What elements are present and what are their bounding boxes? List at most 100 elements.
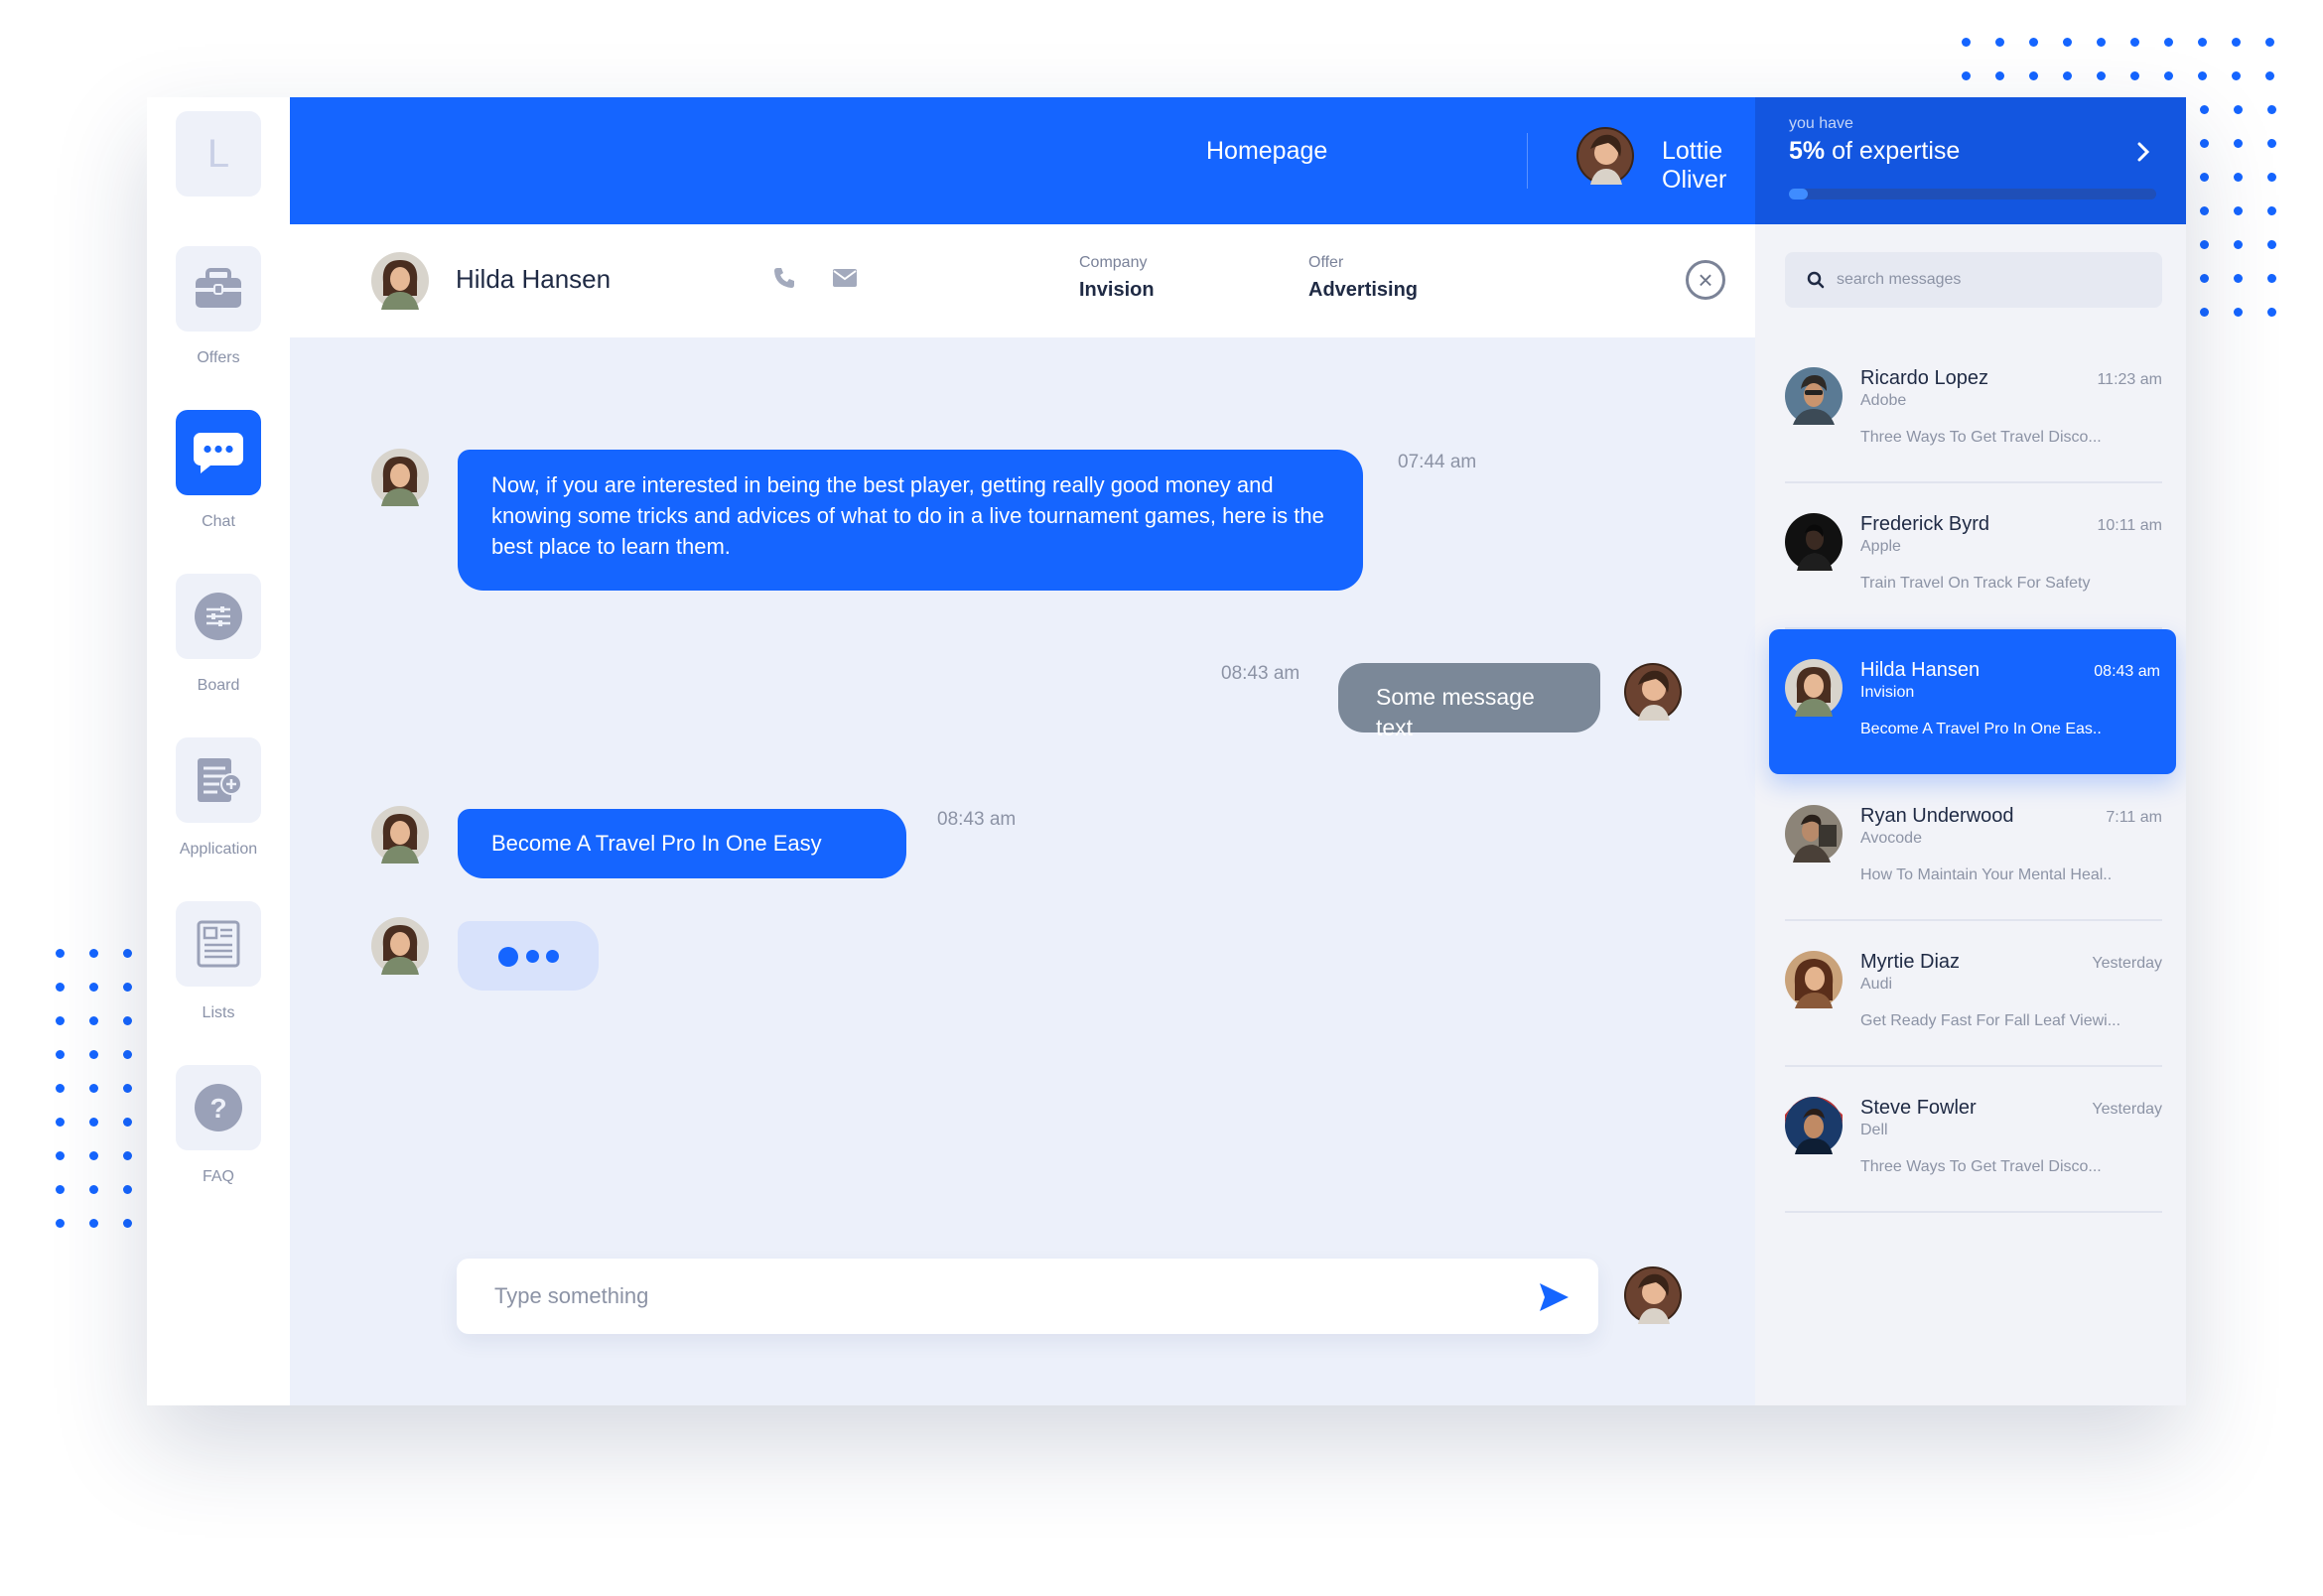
contact-avatar xyxy=(1785,367,1843,425)
close-icon: × xyxy=(1698,264,1713,295)
contact-avatar xyxy=(371,449,429,506)
conversation-name: Ricardo Lopez xyxy=(1860,367,1988,389)
close-chat-button[interactable]: × xyxy=(1686,260,1725,300)
expertise-value: 5% xyxy=(1789,137,1826,165)
contact-name: Hilda Hansen xyxy=(456,264,612,294)
chat-bubble-icon xyxy=(194,433,243,473)
app-logo[interactable]: L xyxy=(176,111,261,197)
offer-label: Offer xyxy=(1308,254,1344,271)
sidebar-item-label: Lists xyxy=(202,1004,235,1021)
sidebar-item-label: Chat xyxy=(202,513,235,530)
expertise-progress-bar xyxy=(1789,189,2156,200)
typing-dot xyxy=(498,947,518,967)
expertise-progress-fill xyxy=(1789,189,1808,200)
chat-header: Hilda Hansen Company Invision Offer Adve… xyxy=(290,224,1755,337)
conversation-snippet: Three Ways To Get Travel Disco... xyxy=(1860,1158,2102,1175)
app-window: L Offers Chat Board Application Lists ? … xyxy=(147,97,2186,1405)
conversation-company: Invision xyxy=(1860,684,1915,701)
conversation-company: Apple xyxy=(1860,538,1901,555)
sidebar: L Offers Chat Board Application Lists ? … xyxy=(147,97,290,1405)
contact-avatar xyxy=(1785,659,1843,717)
contact-avatar[interactable] xyxy=(371,252,429,310)
contact-avatar xyxy=(1785,805,1843,863)
conversation-time: Yesterday xyxy=(2092,1101,2162,1118)
conversation-snippet: Three Ways To Get Travel Disco... xyxy=(1860,429,2102,446)
top-bar: Homepage Lottie Oliver xyxy=(290,97,1858,224)
sidebar-item-board-tile[interactable] xyxy=(176,574,261,659)
contact-avatar xyxy=(371,917,429,975)
conversation-snippet: How To Maintain Your Mental Heal.. xyxy=(1860,866,2113,883)
conversation-item[interactable]: Ryan Underwood Avocode How To Maintain Y… xyxy=(1785,775,2162,921)
conversation-snippet: Become A Travel Pro In One Eas.. xyxy=(1860,721,2102,737)
expertise-suffix: of expertise xyxy=(1832,137,1961,165)
decorative-dot-grid-top xyxy=(1962,38,2274,80)
sidebar-item-label: FAQ xyxy=(202,1168,234,1185)
conversation-item[interactable]: Steve Fowler Dell Three Ways To Get Trav… xyxy=(1785,1067,2162,1213)
sidebar-item-application-tile[interactable] xyxy=(176,737,261,823)
contact-avatar xyxy=(1785,1097,1843,1154)
topbar-divider xyxy=(1527,133,1528,189)
sidebar-item-lists[interactable]: Lists xyxy=(147,901,290,1022)
message-input[interactable] xyxy=(494,1259,1487,1334)
contact-avatar xyxy=(371,806,429,864)
message-time: 08:43 am xyxy=(937,809,1017,830)
briefcase-icon xyxy=(196,268,241,308)
decorative-dot-grid-left xyxy=(56,949,132,1228)
conversation-snippet: Get Ready Fast For Fall Leaf Viewi... xyxy=(1860,1012,2121,1029)
contact-avatar xyxy=(1785,951,1843,1008)
sidebar-item-board[interactable]: Board xyxy=(147,574,290,695)
message-bubble-incoming: Become A Travel Pro In One Easy xyxy=(458,809,906,878)
send-icon[interactable] xyxy=(1537,1280,1571,1314)
conversation-company: Adobe xyxy=(1860,392,1907,409)
search-icon xyxy=(1807,271,1825,289)
message-composer xyxy=(457,1259,1598,1334)
conversation-item[interactable]: Frederick Byrd Apple Train Travel On Tra… xyxy=(1785,483,2162,629)
expertise-panel[interactable]: you have 5% of expertise xyxy=(1755,97,2186,224)
conversation-time: Yesterday xyxy=(2092,955,2162,972)
sidebar-item-chat-tile[interactable] xyxy=(176,410,261,495)
message-time: 08:43 am xyxy=(1221,663,1300,684)
message-bubble-incoming: Now, if you are interested in being the … xyxy=(458,450,1363,591)
sidebar-item-offers[interactable]: Offers xyxy=(147,246,290,367)
message-time: 07:44 am xyxy=(1398,452,1477,472)
typing-dot xyxy=(546,950,559,963)
sidebar-item-chat[interactable]: Chat xyxy=(147,410,290,531)
company-value: Invision xyxy=(1079,279,1155,301)
conversation-item-active[interactable]: Hilda Hansen Invision Become A Travel Pr… xyxy=(1769,629,2176,774)
user-avatar xyxy=(1624,663,1682,721)
offer-value: Advertising xyxy=(1308,279,1419,301)
conversation-time: 7:11 am xyxy=(2106,809,2162,826)
conversation-company: Avocode xyxy=(1860,830,1922,847)
sidebar-item-label: Offers xyxy=(197,349,240,366)
conversation-company: Dell xyxy=(1860,1122,1888,1138)
typing-dot xyxy=(526,950,539,963)
conversation-name: Ryan Underwood xyxy=(1860,805,2014,827)
mail-icon[interactable] xyxy=(832,268,858,288)
expertise-summary: 5% of expertise xyxy=(1789,137,1960,166)
sidebar-item-faq[interactable]: ? FAQ xyxy=(147,1065,290,1186)
message-bubble-outgoing: Some message text xyxy=(1338,663,1600,740)
user-avatar xyxy=(1624,1266,1682,1324)
sidebar-item-label: Board xyxy=(197,677,240,694)
phone-icon[interactable] xyxy=(772,266,796,290)
user-avatar[interactable] xyxy=(1576,127,1634,185)
chevron-right-icon[interactable] xyxy=(2136,141,2150,163)
list-icon xyxy=(197,920,240,968)
conversation-time: 10:11 am xyxy=(2097,517,2162,534)
sidebar-item-faq-tile[interactable]: ? xyxy=(176,1065,261,1150)
conversation-name: Frederick Byrd xyxy=(1860,513,1990,535)
conversation-time: 11:23 am xyxy=(2097,371,2162,388)
user-name[interactable]: Lottie Oliver xyxy=(1662,137,1755,195)
conversation-item[interactable]: Ricardo Lopez Adobe Three Ways To Get Tr… xyxy=(1785,337,2162,483)
conversation-item[interactable]: Myrtie Diaz Audi Get Ready Fast For Fall… xyxy=(1785,921,2162,1067)
sidebar-item-application[interactable]: Application xyxy=(147,737,290,859)
conversation-name: Myrtie Diaz xyxy=(1860,951,1961,973)
sidebar-item-offers-tile[interactable] xyxy=(176,246,261,332)
sidebar-item-lists-tile[interactable] xyxy=(176,901,261,987)
conversation-name: Steve Fowler xyxy=(1860,1097,1977,1119)
homepage-link[interactable]: Homepage xyxy=(1206,137,1327,166)
conversation-name: Hilda Hansen xyxy=(1860,659,1981,681)
typing-indicator xyxy=(458,921,599,991)
search-input[interactable] xyxy=(1837,252,2144,308)
document-add-icon xyxy=(198,758,242,802)
